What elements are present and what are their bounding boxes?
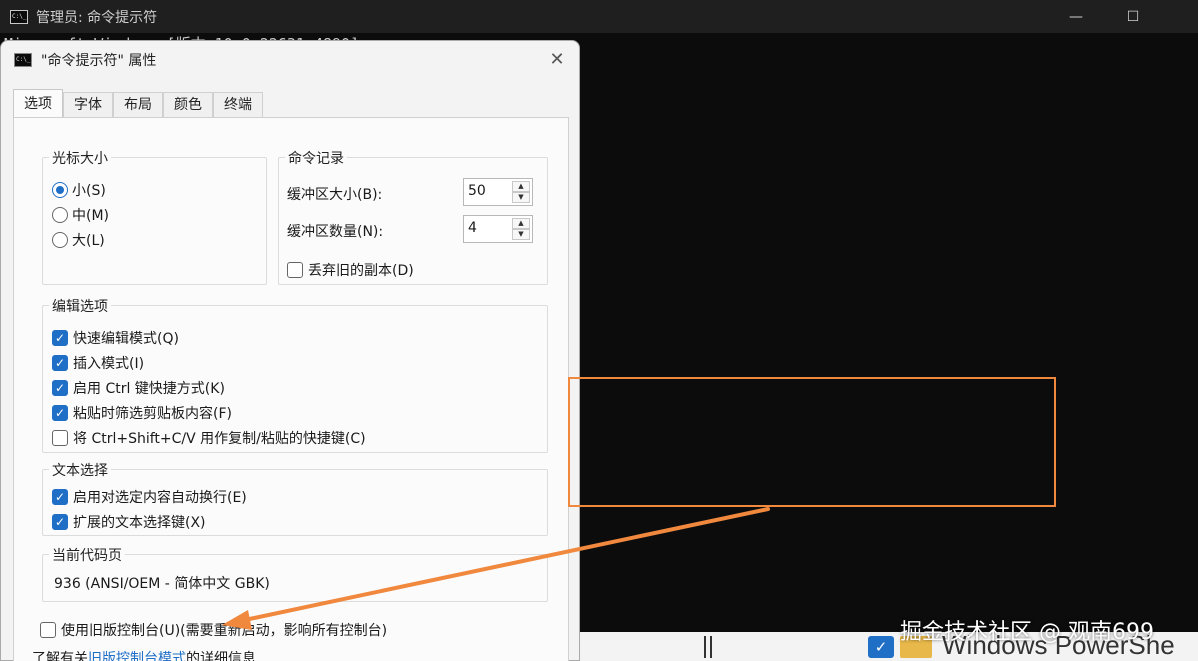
options-panel: 光标大小 小(S) 中(M) 大(L) 命令记录 缓冲区大小(B): 50 ▲: [13, 117, 569, 661]
checkbox-label: 丢弃旧的副本(D): [308, 263, 414, 279]
learn-more-prefix: 了解有关: [32, 651, 88, 661]
cmd-app-icon: C:\_: [14, 53, 32, 67]
checkbox-label: 插入模式(I): [73, 356, 145, 372]
tab-layout[interactable]: 布局: [113, 92, 163, 117]
annotation-highlight-box: [568, 377, 1056, 507]
dialog-title: "命令提示符" 属性: [41, 53, 157, 69]
checkbox[interactable]: ✓: [52, 355, 68, 371]
buffer-count-label: 缓冲区数量(N):: [287, 224, 384, 240]
checkbox-label: 粘贴时筛选剪贴板内容(F): [73, 406, 232, 422]
group-title: 编辑选项: [49, 296, 111, 316]
checkbox[interactable]: ✓: [52, 380, 68, 396]
ctrl-shift-cv-checkbox[interactable]: 将 Ctrl+Shift+C/V 用作复制/粘贴的快捷键(C): [52, 428, 366, 448]
tab-terminal[interactable]: 终端: [213, 92, 263, 117]
buffer-count-spinner[interactable]: 4 ▲ ▼: [463, 215, 533, 243]
spin-up-icon[interactable]: ▲: [512, 218, 530, 229]
console-title: 管理员: 命令提示符: [36, 9, 158, 26]
radio-button[interactable]: [52, 182, 68, 198]
group-title: 当前代码页: [49, 545, 125, 565]
radio-label: 大(L): [72, 233, 105, 249]
checkbox[interactable]: ✓: [52, 489, 68, 505]
ctrl-shortcuts-checkbox[interactable]: ✓ 启用 Ctrl 键快捷方式(K): [52, 378, 225, 398]
codepage-group: 当前代码页 936 (ANSI/OEM - 简体中文 GBK): [42, 545, 548, 602]
checkbox-label: 将 Ctrl+Shift+C/V 用作复制/粘贴的快捷键(C): [73, 431, 366, 447]
codepage-value: 936 (ANSI/OEM - 简体中文 GBK): [54, 576, 270, 592]
group-title: 光标大小: [49, 148, 111, 168]
buffer-size-label: 缓冲区大小(B):: [287, 187, 383, 203]
checkbox[interactable]: [287, 262, 303, 278]
tab-font[interactable]: 字体: [63, 92, 113, 117]
console-titlebar: C:\_ 管理员: 命令提示符: [0, 0, 1198, 33]
legacy-console-checkbox[interactable]: 使用旧版控制台(U)(需要重新启动，影响所有控制台): [40, 620, 387, 640]
close-button[interactable]: ✕: [545, 48, 569, 72]
command-history-group: 命令记录 缓冲区大小(B): 50 ▲ ▼ 缓冲区数量(N): 4 ▲ ▼ 丢弃…: [278, 148, 548, 285]
checkbox[interactable]: ✓: [52, 405, 68, 421]
buffer-count-value[interactable]: 4: [468, 220, 477, 236]
group-title: 文本选择: [49, 460, 111, 480]
learn-more-text: 了解有关 旧版控制台模式 的详细信息: [32, 648, 256, 661]
text-selection-group: 文本选择 ✓ 启用对选定内容自动换行(E) ✓ 扩展的文本选择键(X): [42, 460, 548, 536]
radio-label: 小(S): [72, 183, 106, 199]
spin-down-icon[interactable]: ▼: [512, 229, 530, 240]
properties-dialog: C:\_ "命令提示符" 属性 ✕ 选项 字体 布局 颜色 终端 光标大小 小(…: [0, 40, 580, 661]
spin-down-icon[interactable]: ▼: [512, 192, 530, 203]
insert-mode-checkbox[interactable]: ✓ 插入模式(I): [52, 353, 144, 373]
checkbox-icon: ✓: [868, 636, 894, 658]
checkbox-label: 启用对选定内容自动换行(E): [73, 490, 247, 506]
checkbox-label: 启用 Ctrl 键快捷方式(K): [73, 381, 225, 397]
checkbox-label: 扩展的文本选择键(X): [73, 515, 206, 531]
spin-up-icon[interactable]: ▲: [512, 181, 530, 192]
maximize-button[interactable]: ☐: [1105, 0, 1161, 33]
radio-medium[interactable]: 中(M): [52, 205, 109, 225]
radio-button[interactable]: [52, 232, 68, 248]
checkbox[interactable]: [40, 622, 56, 638]
text-cursor-icon: [704, 636, 712, 658]
discard-duplicates-checkbox[interactable]: 丢弃旧的副本(D): [287, 260, 414, 280]
legacy-mode-link[interactable]: 旧版控制台模式: [88, 648, 186, 661]
tab-colors[interactable]: 颜色: [163, 92, 213, 117]
checkbox-label: 快速编辑模式(Q): [73, 331, 179, 347]
group-title: 命令记录: [285, 148, 347, 168]
checkbox-label: 使用旧版控制台(U)(需要重新启动，影响所有控制台): [61, 623, 388, 639]
tab-strip: 选项 字体 布局 颜色 终端: [13, 89, 263, 117]
radio-small[interactable]: 小(S): [52, 180, 106, 200]
line-wrap-selection-checkbox[interactable]: ✓ 启用对选定内容自动换行(E): [52, 487, 247, 507]
minimize-button[interactable]: —: [1048, 0, 1104, 33]
edit-options-group: 编辑选项 ✓ 快速编辑模式(Q) ✓ 插入模式(I) ✓ 启用 Ctrl 键快捷…: [42, 296, 548, 453]
watermark: 掘金技术社区 @ 观南699: [900, 620, 1154, 645]
radio-large[interactable]: 大(L): [52, 230, 105, 250]
checkbox[interactable]: [52, 430, 68, 446]
learn-more-suffix: 的详细信息: [186, 651, 256, 661]
tab-options[interactable]: 选项: [13, 89, 63, 117]
dialog-titlebar: C:\_ "命令提示符" 属性 ✕: [1, 41, 579, 79]
buffer-size-value[interactable]: 50: [468, 183, 486, 199]
cmd-app-icon: C:\_: [10, 9, 28, 24]
checkbox[interactable]: ✓: [52, 330, 68, 346]
filter-clipboard-checkbox[interactable]: ✓ 粘贴时筛选剪贴板内容(F): [52, 403, 232, 423]
quick-edit-checkbox[interactable]: ✓ 快速编辑模式(Q): [52, 328, 179, 348]
extended-selection-keys-checkbox[interactable]: ✓ 扩展的文本选择键(X): [52, 512, 206, 532]
radio-label: 中(M): [72, 208, 110, 224]
cursor-size-group: 光标大小 小(S) 中(M) 大(L): [42, 148, 267, 285]
radio-button[interactable]: [52, 207, 68, 223]
buffer-size-spinner[interactable]: 50 ▲ ▼: [463, 178, 533, 206]
checkbox[interactable]: ✓: [52, 514, 68, 530]
